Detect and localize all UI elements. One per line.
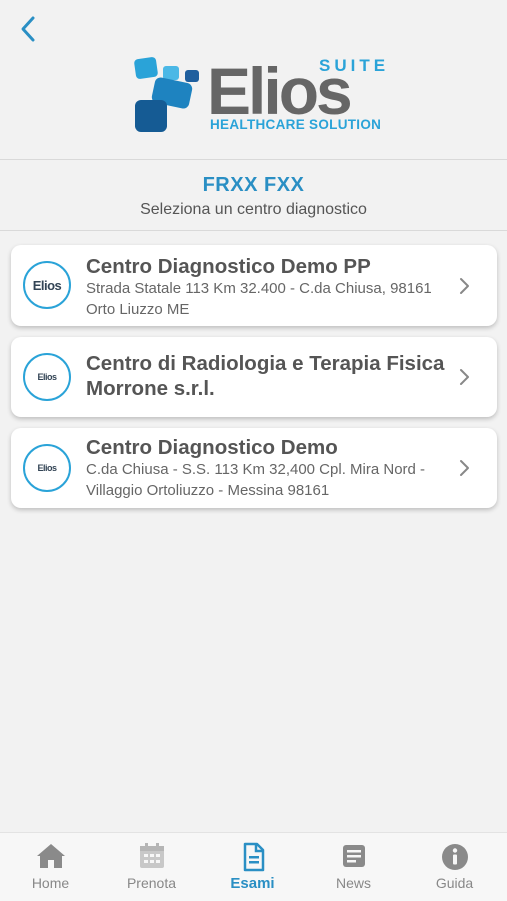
document-icon xyxy=(243,842,265,872)
page-subtitle: Seleziona un centro diagnostico xyxy=(140,201,367,218)
tab-label: Prenota xyxy=(126,875,177,891)
chevron-right-icon xyxy=(460,460,469,476)
logo-wordmark: Elios xyxy=(207,54,353,128)
tab-guida[interactable]: Guida xyxy=(404,833,505,901)
tab-esami[interactable]: Esami xyxy=(202,833,303,901)
tab-label: Home xyxy=(31,875,70,891)
tab-home[interactable]: Home xyxy=(0,833,101,901)
header-divider xyxy=(0,159,507,160)
center-name: Centro Diagnostico Demo xyxy=(86,436,338,459)
center-logo-avatar: Elios xyxy=(23,444,71,492)
news-icon xyxy=(343,845,365,867)
tab-label: Esami xyxy=(230,875,275,892)
calendar-icon xyxy=(140,843,164,868)
center-address: Strada Statale 113 Km 32.400 - C.da Chiu… xyxy=(86,280,432,318)
center-address: C.da Chiusa - S.S. 113 Km 32,400 Cpl. Mi… xyxy=(86,461,426,499)
logo-tagline: HEALTHCARE SOLUTION xyxy=(210,117,382,132)
center-logo-avatar: Elios xyxy=(23,261,71,309)
center-logo-avatar: Elios xyxy=(23,353,71,401)
tab-news[interactable]: News xyxy=(303,833,404,901)
tab-bar: Home Prenota Esami News Guida xyxy=(0,832,507,901)
info-icon xyxy=(442,844,468,870)
center-logo-text: Elios xyxy=(37,372,57,382)
center-name: Centro Diagnostico Demo PP xyxy=(86,255,371,278)
center-logo-text: Elios xyxy=(37,463,57,473)
center-card[interactable]: Elios Centro Diagnostico Demo C.da Chius… xyxy=(11,428,497,508)
chevron-left-icon xyxy=(21,16,35,42)
center-card[interactable]: Elios Centro Diagnostico Demo PP Strada … xyxy=(11,245,497,326)
chevron-right-icon xyxy=(460,278,469,294)
tab-prenota[interactable]: Prenota xyxy=(101,833,202,901)
home-icon xyxy=(37,844,65,868)
back-button[interactable] xyxy=(14,14,44,44)
logo-mark-icon xyxy=(134,57,199,132)
center-name: Centro di Radiologia e Terapia Fisica Mo… xyxy=(86,352,445,400)
tab-label: Guida xyxy=(435,875,474,891)
chevron-right-icon xyxy=(460,369,469,385)
tab-label: News xyxy=(335,875,371,891)
subheader-divider xyxy=(0,230,507,231)
user-name: FRXX FXX xyxy=(202,174,305,196)
center-card[interactable]: Elios Centro di Radiologia e Terapia Fis… xyxy=(11,337,497,417)
center-logo-text: Elios xyxy=(32,277,62,293)
elios-logo: SUITE Elios HEALTHCARE SOLUTION xyxy=(133,54,385,134)
